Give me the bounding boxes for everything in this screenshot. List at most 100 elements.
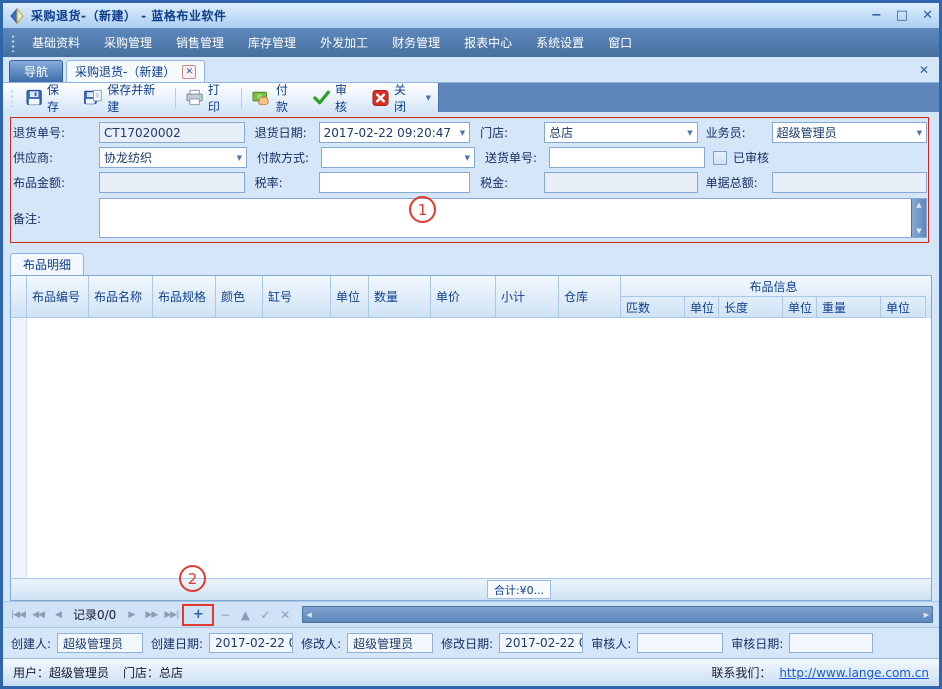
col-qty[interactable]: 数量: [369, 276, 431, 318]
tab-fabric-detail[interactable]: 布品明细: [10, 253, 84, 275]
fabric-info-group-label[interactable]: 布品信息: [621, 276, 926, 297]
pay-method-label: 付款方式:: [257, 149, 321, 166]
nav-insert-button[interactable]: +: [189, 605, 207, 624]
scroll-down-icon[interactable]: ▼: [916, 227, 921, 235]
subcol-pieces-unit[interactable]: 单位: [685, 297, 719, 318]
col-price[interactable]: 单价: [431, 276, 496, 318]
pay-method-select[interactable]: ▼: [321, 147, 475, 168]
window-title: 采购退货-（新建） - 蓝格布业软件: [31, 7, 226, 24]
pay-icon: [252, 89, 271, 107]
subcol-weight[interactable]: 重量: [817, 297, 881, 318]
title-bar: 采购退货-（新建） - 蓝格布业软件 − □ ✕: [3, 3, 939, 28]
col-fabric-no[interactable]: 布品编号: [27, 276, 89, 318]
remark-textarea[interactable]: ▲ ▼: [99, 198, 927, 238]
pay-method-dropdown-icon[interactable]: ▼: [465, 154, 470, 162]
delivery-no-input[interactable]: [549, 147, 705, 168]
col-subtotal[interactable]: 小计: [496, 276, 559, 318]
col-vat-no[interactable]: 缸号: [263, 276, 331, 318]
subcol-pieces[interactable]: 匹数: [621, 297, 685, 318]
nav-last-button[interactable]: ▶▶|: [162, 608, 180, 622]
detail-tab-bar: 布品明细: [10, 251, 932, 275]
grid-total: 合计:¥0...: [487, 580, 551, 599]
status-bar: 用户： 超级管理员 门店： 总店 联系我们： http://www.lange.…: [3, 658, 939, 686]
audited-checkbox[interactable]: [713, 151, 727, 165]
remark-scrollbar[interactable]: ▲ ▼: [911, 199, 926, 237]
col-fabric-spec[interactable]: 布品规格: [153, 276, 216, 318]
toolbar: 保存 保存并新建 打印: [3, 83, 939, 112]
nav-delete-button[interactable]: −: [216, 606, 234, 624]
delivery-no-label: 送货单号:: [485, 149, 549, 166]
audit-date-field: [789, 633, 873, 653]
minimize-button[interactable]: −: [871, 9, 882, 22]
subcol-length[interactable]: 长度: [719, 297, 783, 318]
scroll-up-icon[interactable]: ▲: [916, 201, 921, 209]
audit-label: 审核: [335, 81, 358, 115]
create-date-label: 创建日期:: [151, 635, 203, 652]
menu-item-settings[interactable]: 系统设置: [524, 29, 596, 56]
nav-next-page-button[interactable]: ▶▶: [142, 608, 160, 622]
annotation-circle-1: 1: [409, 196, 436, 223]
creator-field: 超级管理员: [57, 633, 143, 653]
app-logo-icon: [9, 8, 25, 24]
pay-label: 付款: [276, 81, 299, 115]
audit-info-row: 创建人: 超级管理员 创建日期: 2017-02-22 09 修改人: 超级管理…: [3, 627, 939, 658]
nav-first-button[interactable]: |◀◀: [9, 608, 27, 622]
menu-item-inventory[interactable]: 库存管理: [236, 29, 308, 56]
annotation-rect-insert: +: [182, 604, 214, 626]
supplier-dropdown-icon[interactable]: ▼: [237, 154, 242, 162]
col-color[interactable]: 颜色: [216, 276, 263, 318]
nav-post-button[interactable]: ✓: [256, 606, 274, 624]
tab-close-icon[interactable]: ✕: [182, 65, 196, 79]
subcol-length-unit[interactable]: 单位: [783, 297, 817, 318]
fabric-amount-field: [99, 172, 245, 193]
scroll-right-icon[interactable]: ▶: [924, 611, 929, 619]
menu-item-purchase[interactable]: 采购管理: [92, 29, 164, 56]
menu-item-sales[interactable]: 销售管理: [164, 29, 236, 56]
toolbar-separator2: [241, 88, 242, 108]
audit-date-label: 审核日期:: [731, 635, 783, 652]
menu-item-reports[interactable]: 报表中心: [452, 29, 524, 56]
salesman-select[interactable]: 超级管理员▼: [772, 122, 927, 143]
col-unit[interactable]: 单位: [331, 276, 369, 318]
supplier-select[interactable]: 协龙纺织▼: [99, 147, 247, 168]
subcol-weight-unit[interactable]: 单位: [881, 297, 926, 318]
menu-item-basic-data[interactable]: 基础资料: [20, 29, 92, 56]
form-row-3: 布品金额: 税率: 税金: 单据总额:: [13, 170, 927, 195]
salesman-label: 业务员:: [706, 124, 772, 141]
record-navigator: |◀◀ ◀◀ ◀ 记录0/0 ▶ ▶▶ ▶▶| + − ▲ ✓ ✕ ◀ ▶: [3, 601, 939, 627]
return-date-value: 2017-02-22 09:20:47: [324, 126, 460, 140]
close-window-button[interactable]: ✕: [922, 9, 933, 22]
col-fabric-name[interactable]: 布品名称: [89, 276, 153, 318]
return-no-value: CT17020002: [104, 126, 240, 140]
tax-rate-input[interactable]: [319, 172, 471, 193]
doc-total-field: [772, 172, 927, 193]
close-pane-icon[interactable]: ✕: [919, 63, 929, 77]
tax-field: [544, 172, 697, 193]
maximize-button[interactable]: □: [896, 9, 908, 22]
detail-grid: 布品编号 布品名称 布品规格 颜色 缸号 单位 数量 单价 小计 仓库 布品信息…: [10, 275, 932, 601]
nav-cancel-button[interactable]: ✕: [276, 606, 294, 624]
menu-item-outsourcing[interactable]: 外发加工: [308, 29, 380, 56]
store-select[interactable]: 总店▼: [544, 122, 697, 143]
return-date-dropdown-icon[interactable]: ▼: [460, 129, 465, 137]
salesman-dropdown-icon[interactable]: ▼: [917, 129, 922, 137]
store-dropdown-icon[interactable]: ▼: [687, 129, 692, 137]
save-label: 保存: [47, 81, 70, 115]
col-warehouse[interactable]: 仓库: [559, 276, 621, 318]
auditor-field: [637, 633, 723, 653]
scroll-left-icon[interactable]: ◀: [306, 611, 311, 619]
row-indicator-column: [11, 318, 27, 578]
close-dropdown-icon[interactable]: ▼: [426, 94, 431, 102]
return-date-picker[interactable]: 2017-02-22 09:20:47▼: [319, 122, 471, 143]
nav-edit-button[interactable]: ▲: [236, 606, 254, 624]
nav-prior-button[interactable]: ◀: [49, 608, 67, 622]
close-red-icon: [372, 89, 389, 107]
horizontal-scrollbar[interactable]: ◀ ▶: [302, 606, 933, 623]
menu-item-window[interactable]: 窗口: [596, 29, 644, 56]
tax-rate-label: 税率:: [255, 174, 319, 191]
nav-prior-page-button[interactable]: ◀◀: [29, 608, 47, 622]
nav-next-button[interactable]: ▶: [122, 608, 140, 622]
menu-item-finance[interactable]: 财务管理: [380, 29, 452, 56]
website-link[interactable]: http://www.lange.com.cn: [779, 666, 929, 680]
form-row-remark: 备注: ▲ ▼: [13, 198, 927, 242]
